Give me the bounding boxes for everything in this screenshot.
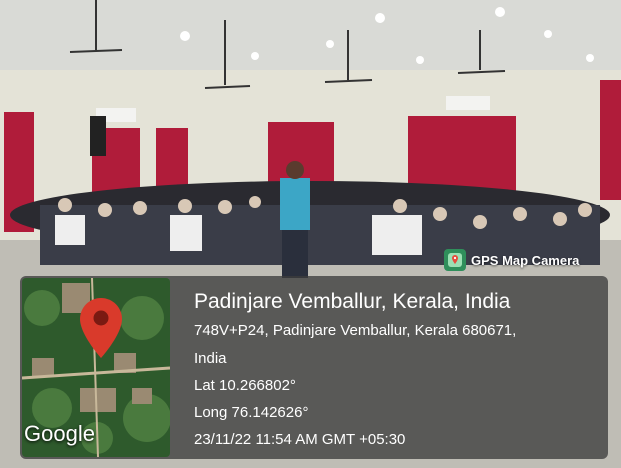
address-line-2: India [194,350,227,367]
location-info-panel: Google Padinjare Vemballur, Kerala, Indi… [20,276,608,459]
badge-label: GPS Map Camera [471,252,580,268]
google-logo: Google [24,421,95,446]
latitude: Lat 10.266802° [194,377,296,394]
gps-map-camera-badge: GPS Map Camera [444,248,579,272]
map-camera-icon [444,249,466,271]
datetime: 23/11/22 11:54 AM GMT +05:30 [194,431,406,448]
address-line-1: 748V+P24, Padinjare Vemballur, Kerala 68… [194,322,517,339]
location-pin-icon [80,298,122,363]
location-title: Padinjare Vemballur, Kerala, India [194,290,511,313]
longitude: Long 76.142626° [194,404,309,421]
map-thumbnail[interactable]: Google [22,278,170,457]
